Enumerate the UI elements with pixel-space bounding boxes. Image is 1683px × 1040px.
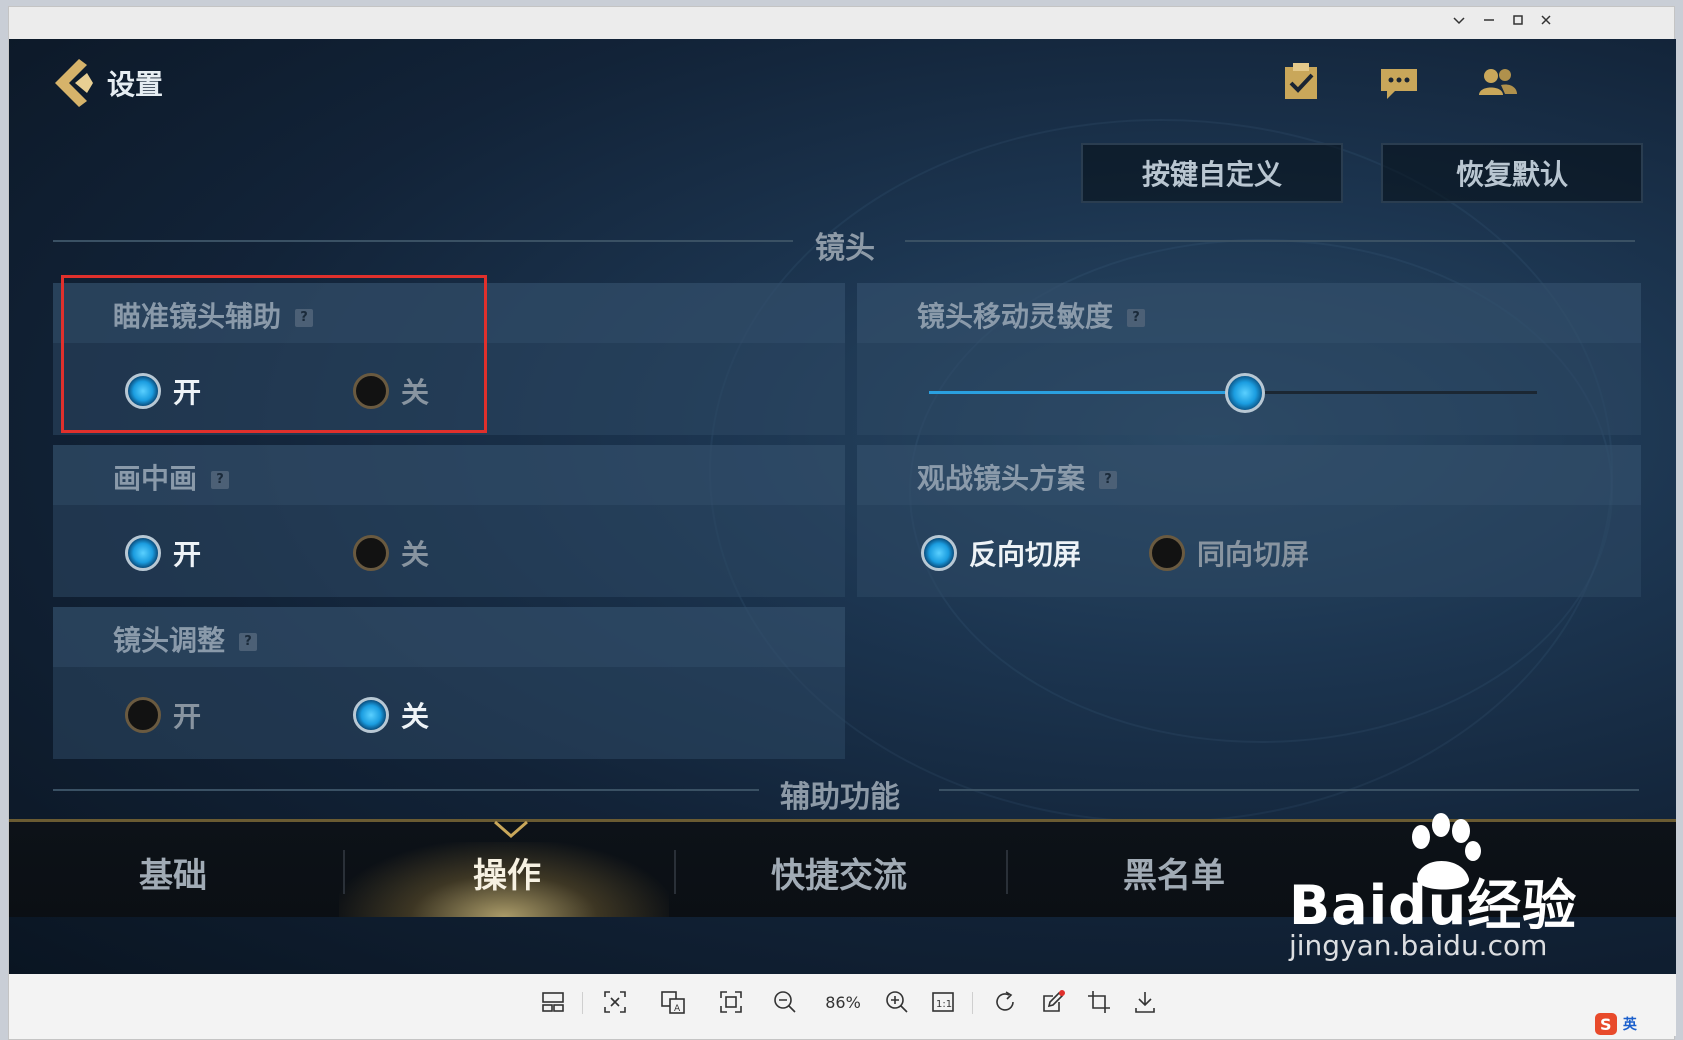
task-check-icon[interactable]	[1279, 61, 1323, 105]
spectate-reverse-radio[interactable]	[921, 535, 957, 571]
maximize-button[interactable]	[1508, 13, 1528, 33]
aim-assist-on-label[interactable]: 开	[173, 371, 201, 411]
section-divider	[53, 789, 759, 791]
crop-icon[interactable]	[1085, 988, 1113, 1016]
ai-crop-icon[interactable]	[601, 988, 629, 1016]
sogou-s-icon: S	[1595, 1013, 1617, 1035]
help-icon[interactable]: ?	[295, 309, 314, 327]
minimize-button[interactable]	[1479, 13, 1499, 33]
sensitivity-panel: 镜头移动灵敏度?	[857, 283, 1641, 435]
sensitivity-label: 镜头移动灵敏度?	[917, 295, 1146, 335]
help-icon[interactable]: ?	[1127, 309, 1146, 327]
aim-assist-label-text: 瞄准镜头辅助	[113, 300, 282, 333]
spectate-camera-panel: 观战镜头方案? 反向切屏 同向切屏	[857, 445, 1641, 597]
camera-adjust-label: 镜头调整?	[113, 619, 258, 659]
camera-adjust-off-radio[interactable]	[353, 697, 389, 733]
section-divider	[905, 240, 1635, 242]
svg-text:1:1: 1:1	[936, 999, 952, 1010]
translate-icon[interactable]: A	[659, 988, 687, 1016]
close-button[interactable]	[1536, 13, 1556, 33]
spectate-label: 观战镜头方案?	[917, 457, 1118, 497]
sensitivity-slider-fill	[929, 391, 1246, 394]
pip-on-radio[interactable]	[125, 535, 161, 571]
zoom-level[interactable]: 86%	[817, 993, 869, 1012]
zoom-out-icon[interactable]	[771, 988, 799, 1016]
aim-assist-on-radio[interactable]	[125, 373, 161, 409]
download-icon[interactable]	[1131, 988, 1159, 1016]
spectate-same-radio[interactable]	[1149, 535, 1185, 571]
tab-operation[interactable]: 操作	[473, 848, 541, 897]
section-title-assist: 辅助功能	[780, 780, 900, 815]
thumbnail-layout-icon[interactable]	[539, 988, 567, 1016]
pip-off-label[interactable]: 关	[401, 533, 429, 573]
toolbar-separator	[582, 992, 583, 1014]
help-icon[interactable]: ?	[211, 471, 230, 489]
chevron-down-icon[interactable]	[1449, 13, 1469, 33]
sensitivity-slider-knob[interactable]	[1225, 373, 1266, 413]
tab-separator	[1006, 850, 1008, 894]
help-icon[interactable]: ?	[1099, 471, 1118, 489]
aim-assist-panel: 瞄准镜头辅助? 开 关	[53, 283, 845, 435]
tab-separator	[343, 850, 345, 894]
section-divider	[939, 789, 1639, 791]
pip-on-label[interactable]: 开	[173, 533, 201, 573]
back-arrow-icon	[55, 59, 93, 107]
toolbar-separator	[972, 992, 973, 1014]
pip-label-text: 画中画	[113, 462, 198, 495]
game-settings-screen: 设置 按键自定义 恢复默认 镜头 瞄准镜头辅助 ? 开 关 镜头移动灵敏度 ? …	[9, 39, 1676, 974]
section-title-camera: 镜头	[815, 231, 875, 266]
camera-adjust-off-label[interactable]: 关	[401, 695, 429, 735]
pip-label: 画中画?	[113, 457, 230, 497]
svg-text:A: A	[674, 1004, 681, 1014]
pip-panel: 画中画? 开 关	[53, 445, 845, 597]
aim-assist-off-radio[interactable]	[353, 373, 389, 409]
back-button[interactable]	[49, 55, 99, 111]
tab-separator	[674, 850, 676, 894]
custom-keys-button[interactable]: 按键自定义	[1081, 143, 1343, 203]
tab-basic[interactable]: 基础	[139, 848, 207, 897]
pip-off-radio[interactable]	[353, 535, 389, 571]
fit-screen-icon[interactable]	[717, 988, 745, 1016]
image-viewer-window: 设置 按键自定义 恢复默认 镜头 瞄准镜头辅助 ? 开 关 镜头移动灵敏度 ? …	[8, 6, 1676, 1040]
actual-size-icon[interactable]: 1:1	[929, 988, 957, 1016]
friends-icon[interactable]	[1475, 61, 1519, 105]
zoom-in-icon[interactable]	[883, 988, 911, 1016]
tab-quick-chat[interactable]: 快捷交流	[771, 848, 907, 897]
title-bar	[9, 7, 1674, 40]
restore-default-button[interactable]: 恢复默认	[1381, 143, 1643, 203]
help-icon[interactable]: ?	[239, 633, 258, 651]
sensitivity-label-text: 镜头移动灵敏度	[917, 300, 1114, 333]
section-divider	[53, 240, 793, 242]
active-tab-indicator-icon	[494, 820, 528, 838]
rotate-icon[interactable]	[991, 988, 1019, 1016]
camera-adjust-label-text: 镜头调整	[113, 624, 226, 657]
camera-adjust-on-radio[interactable]	[125, 697, 161, 733]
aim-assist-label: 瞄准镜头辅助?	[113, 295, 314, 335]
edit-icon[interactable]	[1039, 988, 1067, 1016]
camera-adjust-on-label[interactable]: 开	[173, 695, 201, 735]
spectate-same-label[interactable]: 同向切屏	[1197, 533, 1309, 573]
baidu-watermark: Baidu经验 jingyan.baidu.com	[1289, 809, 1629, 969]
viewer-toolbar: A 86% 1:1	[9, 974, 1676, 1036]
ime-language-label: 英	[1622, 1017, 1637, 1033]
svg-text:S: S	[1600, 1015, 1612, 1034]
tab-blacklist[interactable]: 黑名单	[1123, 848, 1225, 897]
page-title: 设置	[107, 68, 164, 101]
camera-adjust-panel: 镜头调整? 开 关	[53, 607, 845, 759]
spectate-label-text: 观战镜头方案	[917, 462, 1086, 495]
aim-assist-off-label[interactable]: 关	[401, 371, 429, 411]
spectate-reverse-label[interactable]: 反向切屏	[969, 533, 1081, 573]
baidu-url-text: jingyan.baidu.com	[1289, 929, 1548, 962]
chat-icon[interactable]	[1377, 61, 1421, 105]
ime-indicator[interactable]: S 英	[1594, 1012, 1674, 1036]
